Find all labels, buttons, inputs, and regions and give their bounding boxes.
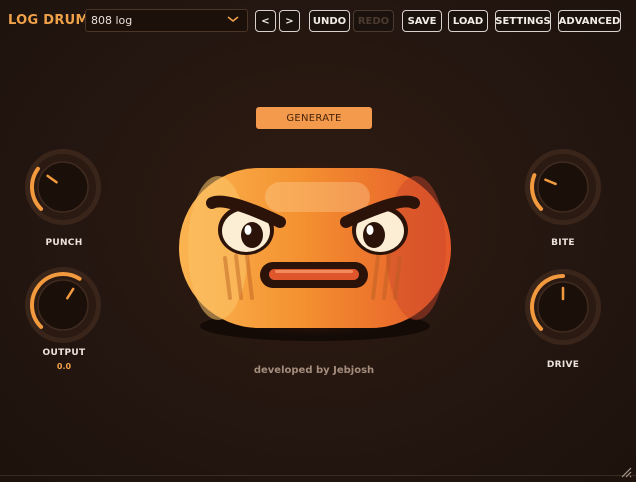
top-toolbar: LOG DRUM 808 log < > UNDO REDO SAVE LOAD…	[0, 0, 636, 42]
app-title: LOG DRUM	[8, 13, 89, 28]
knob-cap	[37, 161, 89, 213]
bite-label: BITE	[551, 238, 575, 248]
prev-preset-button[interactable]: <	[255, 10, 276, 32]
next-preset-button[interactable]: >	[279, 10, 300, 32]
settings-button[interactable]: SETTINGS	[495, 10, 551, 32]
preset-name: 808 log	[91, 14, 133, 27]
resize-grip-icon[interactable]	[620, 466, 632, 478]
output-value: 0.0	[56, 362, 72, 371]
preset-dropdown[interactable]: 808 log	[85, 9, 248, 32]
output-knob[interactable]	[24, 266, 102, 344]
drive-knob[interactable]	[524, 268, 602, 346]
advanced-button[interactable]: ADVANCED	[558, 10, 621, 32]
knob-cap	[37, 279, 89, 331]
knob-cap	[537, 161, 589, 213]
output-label: OUTPUT	[42, 348, 86, 358]
bottom-divider	[0, 475, 636, 476]
punch-label: PUNCH	[45, 238, 83, 248]
load-button[interactable]: LOAD	[448, 10, 488, 32]
chevron-down-icon	[227, 16, 239, 23]
punch-knob[interactable]	[24, 148, 102, 226]
redo-button[interactable]: REDO	[353, 10, 394, 32]
drive-label: DRIVE	[546, 360, 580, 370]
bite-knob[interactable]	[524, 148, 602, 226]
save-button[interactable]: SAVE	[402, 10, 442, 32]
developer-credit: developed by Jebjosh	[253, 365, 375, 376]
generate-button[interactable]: GENERATE	[256, 107, 372, 129]
log-drum-mascot	[170, 160, 460, 341]
undo-button[interactable]: UNDO	[309, 10, 350, 32]
